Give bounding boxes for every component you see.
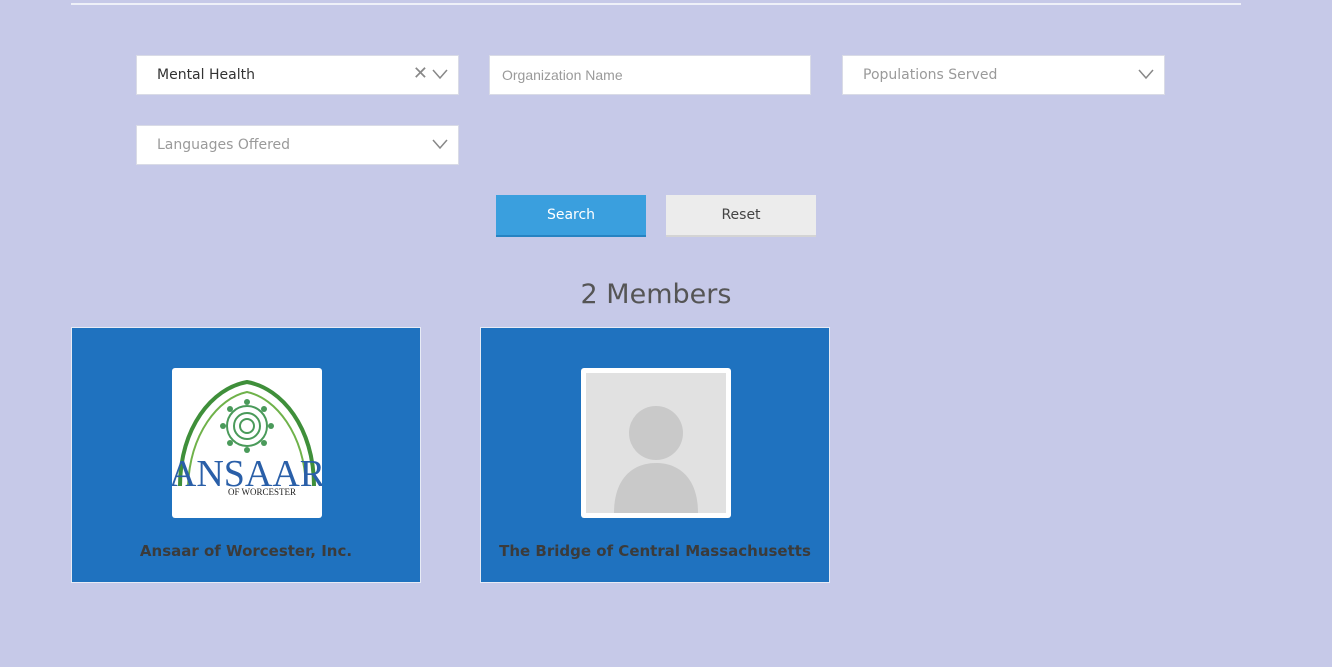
chevron-down-icon[interactable] xyxy=(432,68,448,80)
organization-name-input[interactable] xyxy=(489,55,811,95)
languages-offered-placeholder: Languages Offered xyxy=(157,137,291,153)
member-name[interactable]: The Bridge of Central Massachusetts xyxy=(481,542,829,560)
category-select[interactable]: Mental Health ✕ xyxy=(136,55,459,95)
populations-served-select[interactable]: Populations Served xyxy=(842,55,1165,95)
reset-button[interactable]: Reset xyxy=(666,195,816,237)
member-logo[interactable]: ANSAAR OF WORCESTER xyxy=(172,368,322,518)
placeholder-avatar-icon xyxy=(586,373,726,513)
results-count: 2 Members xyxy=(580,279,732,310)
languages-offered-select[interactable]: Languages Offered xyxy=(136,125,459,165)
member-name[interactable]: Ansaar of Worcester, Inc. xyxy=(72,542,420,560)
populations-served-placeholder: Populations Served xyxy=(863,67,998,83)
ansaar-logo-icon: ANSAAR OF WORCESTER xyxy=(172,379,322,497)
chevron-down-icon[interactable] xyxy=(432,138,448,150)
search-button[interactable]: Search xyxy=(496,195,646,237)
member-card[interactable]: ANSAAR OF WORCESTER Ansaar of Worcester,… xyxy=(71,327,421,583)
header-divider xyxy=(71,3,1241,5)
clear-icon[interactable]: ✕ xyxy=(413,65,428,83)
member-logo[interactable] xyxy=(581,368,731,518)
member-card[interactable]: The Bridge of Central Massachusetts xyxy=(480,327,830,583)
category-select-value: Mental Health xyxy=(157,67,255,83)
chevron-down-icon[interactable] xyxy=(1138,68,1154,80)
ansaar-subtitle: OF WORCESTER xyxy=(228,487,296,497)
